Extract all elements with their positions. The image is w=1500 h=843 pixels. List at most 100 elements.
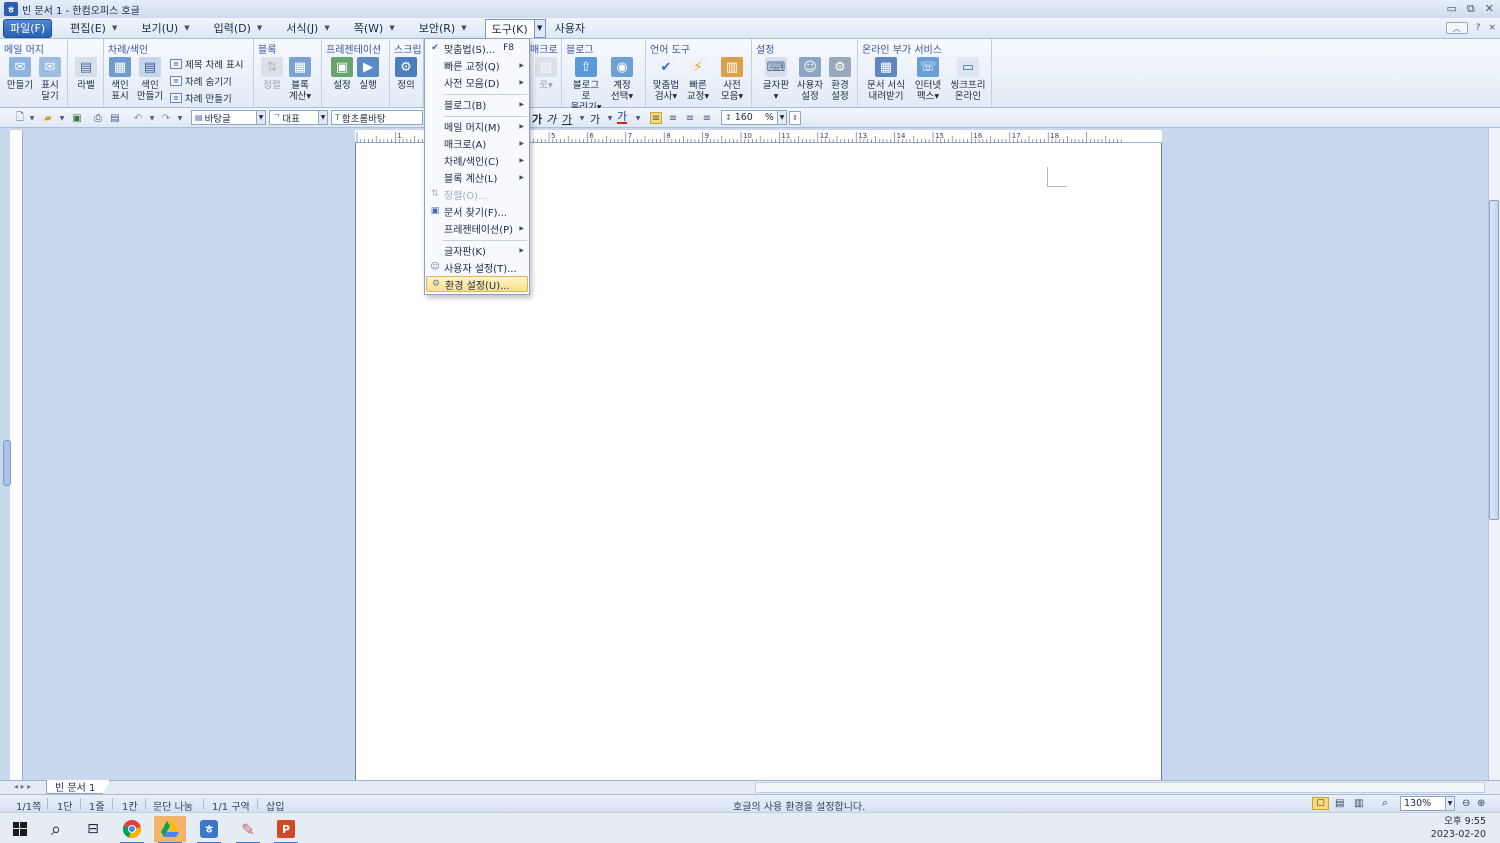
tab-nav-icon[interactable]: ◂ ▸ ▸: [14, 782, 31, 791]
italic-button[interactable]: 가: [546, 111, 556, 127]
menu-find-document[interactable]: ▣ 문서 찾기(F)...: [426, 203, 528, 219]
horizontal-scrollbar[interactable]: [755, 782, 1485, 793]
menu-edit[interactable]: 편집(E) ▼: [64, 19, 123, 38]
google-drive-icon[interactable]: [154, 816, 186, 843]
chevron-down-icon[interactable]: ▼: [632, 112, 644, 124]
menu-presentation[interactable]: 프레젠테이션(P) ▶: [426, 220, 528, 236]
menu-environment-settings[interactable]: ⚙ 환경 설정(U)...: [426, 276, 528, 292]
zoom-out-icon[interactable]: ⊖: [1462, 798, 1470, 809]
chevron-down-icon[interactable]: ▼: [174, 112, 186, 124]
menu-insert[interactable]: 입력(D) ▼: [208, 19, 269, 38]
menu-dictionary[interactable]: 사전 모음(D) ▶: [426, 74, 528, 90]
menu-spellcheck[interactable]: ✔ 맞춤법(S)... F8: [426, 40, 528, 56]
chevron-down-icon[interactable]: ▼: [26, 112, 38, 124]
toc-show-title-button[interactable]: ≡ 제목 차례 표시: [170, 56, 243, 71]
bold-button[interactable]: 가: [532, 111, 542, 127]
keyboard-button[interactable]: ⌨ 글자판 ▾: [760, 57, 792, 102]
align-left-icon[interactable]: ≡: [667, 112, 679, 124]
new-doc-icon[interactable]: 🗋: [14, 112, 26, 124]
block-calc-button[interactable]: ▦ 블록 계산▾: [284, 57, 316, 102]
menu-macro[interactable]: 매크로(A) ▶: [426, 135, 528, 151]
hwp-icon[interactable]: ㅎ: [193, 816, 225, 843]
menu-block-calc[interactable]: 블록 계산(L) ▶: [426, 169, 528, 185]
close-icon[interactable]: ✕: [1485, 2, 1494, 16]
font-select[interactable]: T 함초롬바탕: [331, 110, 423, 125]
font-color-button[interactable]: 가: [617, 111, 628, 124]
menu-user-settings[interactable]: ☺ 사용자 설정(T)...: [426, 259, 528, 275]
menu-mail-merge[interactable]: 메일 머지(M) ▶: [426, 118, 528, 134]
search-icon[interactable]: ⌕: [40, 816, 72, 842]
index-mark-button[interactable]: ▦ 색인 표시: [104, 57, 136, 102]
view-page-icon[interactable]: ▢: [1312, 797, 1329, 810]
chrome-icon[interactable]: [116, 816, 148, 843]
scrollbar-thumb[interactable]: [1489, 200, 1499, 520]
menu-tools[interactable]: 도구(K) ▼: [484, 18, 546, 38]
zoom-in-icon[interactable]: ⊕: [1477, 798, 1485, 809]
collapse-ribbon-icon[interactable]: ︿: [1445, 22, 1468, 34]
template-download-button[interactable]: ▦ 문서 서식 내려받기: [864, 57, 908, 102]
chevron-down-icon[interactable]: ▼: [533, 18, 546, 38]
print-preview-icon[interactable]: ▤: [109, 112, 121, 124]
doc-tab[interactable]: 빈 문서 1: [46, 780, 111, 794]
line-spacing-input[interactable]: ↕ 160% ▼: [721, 110, 787, 125]
zoom-select[interactable]: 130% ▼: [1400, 796, 1455, 811]
menu-keyboard[interactable]: 글자판(K) ▶: [426, 242, 528, 258]
style-select[interactable]: ▤ 바탕글 ▼: [191, 110, 266, 125]
chevron-down-icon[interactable]: ▼: [146, 112, 158, 124]
environment-settings-button[interactable]: ⚙ 환경 설정: [824, 57, 856, 102]
blog-post-button[interactable]: ⇧ 블로그로 올리기▾: [570, 57, 602, 113]
menu-blog[interactable]: 블로그(B) ▶: [426, 96, 528, 112]
menu-page[interactable]: 쪽(W) ▼: [348, 19, 401, 38]
zoom-icon[interactable]: ⌕: [1382, 796, 1388, 810]
index-create-button[interactable]: ▤ 색인 만들기: [134, 57, 166, 102]
align-center-icon[interactable]: ≡: [684, 112, 696, 124]
powerpoint-icon[interactable]: P: [270, 816, 302, 843]
close-doc-icon[interactable]: ×: [1488, 23, 1496, 33]
align-right-icon[interactable]: ≡: [701, 112, 713, 124]
menu-file[interactable]: 파일(F): [3, 18, 53, 38]
system-clock[interactable]: 오후 9:55 2023-02-20: [1431, 815, 1486, 841]
char-shading-button[interactable]: 가: [590, 111, 600, 127]
language-select[interactable]: ᄀ 대표 ▼: [269, 110, 328, 125]
restore-icon[interactable]: ⧉: [1467, 2, 1475, 16]
chevron-down-icon[interactable]: ▼: [56, 112, 68, 124]
mail-merge-mark-button[interactable]: ✉ 표시 달기: [34, 57, 66, 102]
label-button[interactable]: ▤ 라벨: [70, 57, 102, 91]
menu-user[interactable]: 사용자: [549, 19, 591, 38]
minimize-icon[interactable]: ▭: [1447, 2, 1457, 16]
blog-account-button[interactable]: ◉ 계정 선택▾: [606, 57, 638, 102]
print-icon[interactable]: ⎙: [92, 112, 104, 124]
task-view-icon[interactable]: ⊟: [77, 816, 109, 842]
script-define-button[interactable]: ⚙ 정의: [390, 57, 422, 91]
help-icon[interactable]: ?: [1476, 23, 1481, 33]
toc-hide-button[interactable]: ≡ 차례 숨기기: [170, 73, 232, 88]
underline-button[interactable]: 가: [562, 111, 572, 127]
menu-toc-index[interactable]: 차례/색인(C) ▶: [426, 152, 528, 168]
undo-icon[interactable]: ↶: [132, 112, 144, 124]
internet-fax-button[interactable]: ☏ 인터넷 팩스▾: [910, 57, 946, 102]
menu-view[interactable]: 보기(U) ▼: [135, 19, 195, 38]
align-justify-icon[interactable]: ≡: [650, 112, 662, 124]
presentation-run-button[interactable]: ▶ 실행: [352, 57, 384, 91]
quick-correct-button[interactable]: ⚡ 빠른 교정▾: [682, 57, 714, 102]
toc-create-button[interactable]: ≡ 차례 만들기: [170, 90, 232, 105]
thinkfree-online-button[interactable]: ▭ 씽크프리 온라인: [948, 57, 988, 102]
windows-start-icon[interactable]: [4, 816, 36, 842]
spin-icon[interactable]: ⇕: [789, 111, 801, 125]
save-icon[interactable]: ▣: [71, 112, 83, 124]
view-web-icon[interactable]: ▤: [1335, 798, 1344, 809]
menu-format[interactable]: 서식(J) ▼: [280, 19, 335, 38]
open-folder-icon[interactable]: ▰: [42, 112, 54, 124]
mail-merge-create-button[interactable]: ✉ 만들기: [4, 57, 36, 91]
paint-icon[interactable]: ✎: [232, 816, 264, 843]
side-panel-toggle[interactable]: [3, 440, 11, 486]
dictionary-button[interactable]: ▥ 사전 모음▾: [716, 57, 748, 102]
user-settings-button[interactable]: ☺ 사용자 설정: [794, 57, 826, 102]
chevron-down-icon[interactable]: ▼: [576, 112, 588, 124]
redo-icon[interactable]: ↷: [160, 112, 172, 124]
spellcheck-button[interactable]: ✔ 맞춤법 검사▾: [650, 57, 682, 102]
view-outline-icon[interactable]: ▥: [1354, 798, 1363, 809]
menu-security[interactable]: 보안(R) ▼: [413, 19, 473, 38]
chevron-down-icon[interactable]: ▼: [604, 112, 616, 124]
status-insert-mode[interactable]: 삽입: [266, 798, 284, 813]
